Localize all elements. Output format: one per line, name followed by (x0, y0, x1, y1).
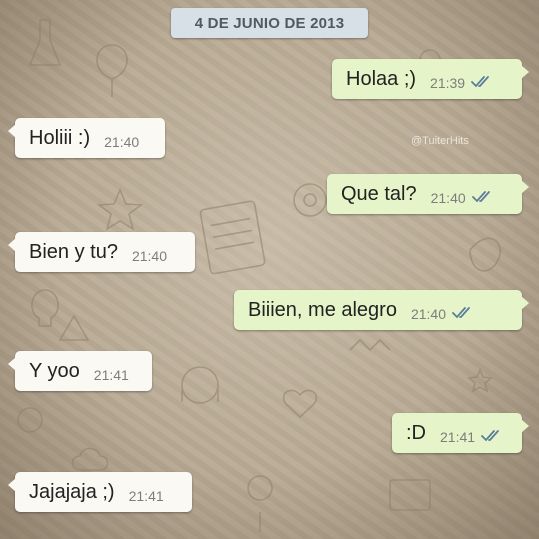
message-time: 21:40 (430, 190, 466, 206)
message-text: Jajajaja ;) (29, 480, 115, 503)
doodle-flower-icon (293, 183, 327, 217)
message-time: 21:41 (440, 429, 476, 445)
read-ticks-icon (471, 76, 489, 88)
message-bubble-outgoing[interactable]: :D 21:41 (392, 413, 529, 453)
doodle-cloud-icon (71, 447, 109, 471)
message-bubble-incoming[interactable]: Holiii :) 21:40 (8, 118, 165, 158)
message-text: Que tal? (341, 182, 417, 205)
message-text: Biiien, me alegro (248, 298, 397, 321)
message-text: Bien y tu? (29, 240, 118, 263)
doodle-ring-icon (17, 407, 43, 433)
doodle-star-small-icon (467, 367, 493, 393)
watermark: @TuiterHits (411, 135, 469, 147)
message-time: 21:39 (430, 75, 466, 91)
message-time: 21:40 (131, 248, 167, 264)
doodle-frame-icon (389, 479, 431, 511)
doodle-star-icon (96, 187, 144, 231)
date-divider: 4 DE JUNIO DE 2013 (171, 8, 368, 38)
message-text: Holiii :) (29, 126, 91, 149)
read-ticks-icon (481, 430, 499, 442)
message-bubble-incoming[interactable]: Jajajaja ;) 21:41 (8, 472, 192, 512)
message-time: 21:41 (93, 367, 129, 383)
doodle-lightbulb-icon (31, 289, 59, 327)
doodle-heart-icon (282, 389, 318, 419)
message-bubble-incoming[interactable]: Y yoo 21:41 (8, 351, 152, 391)
doodle-triangle-icon (58, 314, 90, 341)
message-bubble-outgoing[interactable]: Que tal? 21:40 (327, 174, 529, 214)
message-text: :D (406, 421, 426, 444)
doodle-headphones-icon (181, 366, 219, 404)
message-text: Holaa ;) (346, 67, 417, 90)
message-time: 21:40 (410, 306, 447, 322)
doodle-zigzag-icon (349, 338, 391, 352)
message-bubble-outgoing[interactable]: Holaa ;) 21:39 (332, 59, 529, 99)
message-time: 21:40 (104, 134, 140, 150)
doodle-balloon-icon (96, 44, 128, 97)
message-time: 21:41 (128, 488, 164, 504)
doodle-dress-icon (28, 19, 62, 66)
doodle-lollipop-icon (247, 475, 273, 532)
message-bubble-incoming[interactable]: Bien y tu? 21:40 (8, 232, 195, 272)
message-bubble-outgoing[interactable]: Biiien, me alegro 21:40 (234, 290, 529, 330)
message-text: Y yoo (29, 359, 80, 382)
doodle-leaf-icon (469, 237, 501, 272)
read-ticks-icon (452, 307, 470, 319)
doodle-notebook-icon (199, 200, 266, 275)
read-ticks-icon (471, 191, 490, 203)
